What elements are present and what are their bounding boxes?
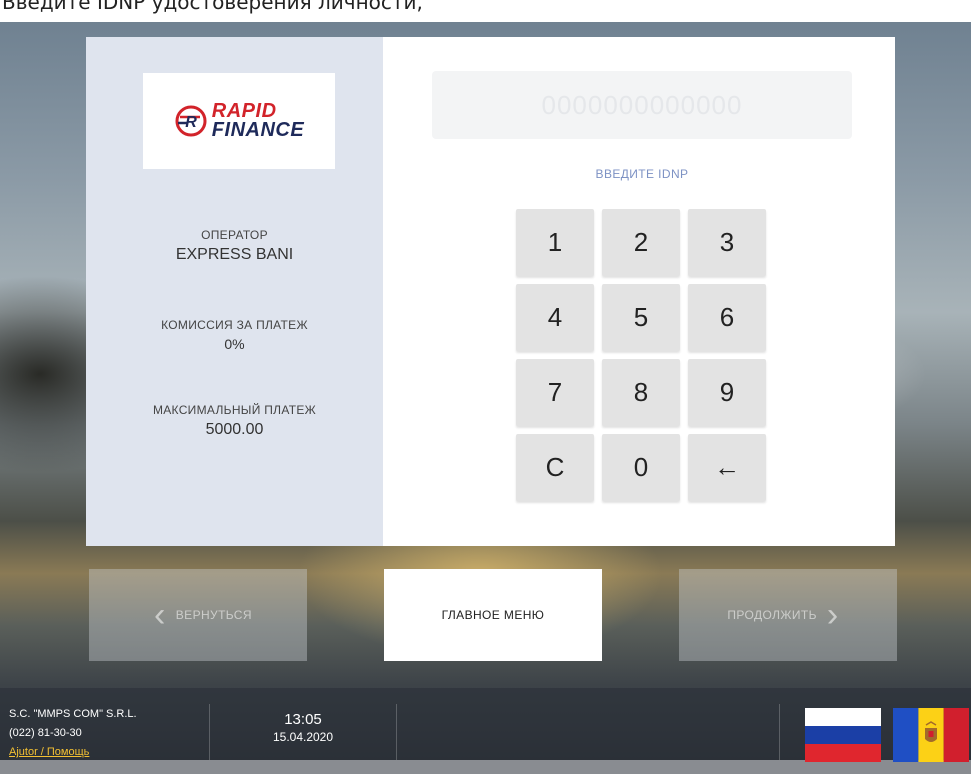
continue-button-label: ПРОДОЛЖИТЬ [727,608,817,622]
moldova-flag-icon[interactable] [893,708,969,762]
key-clear[interactable]: C [516,434,594,501]
key-0[interactable]: 0 [602,434,680,501]
footer-divider [396,704,397,760]
clock: 13:05 15.04.2020 [210,711,396,744]
operator-value: EXPRESS BANI [175,246,294,263]
svg-text:R: R [185,114,197,131]
idnp-hint: ВВЕДИТЕ IDNP [595,167,689,181]
instruction-caption-text: Введите IDNP удостоверения личности, [2,0,423,14]
russia-flag-icon[interactable] [805,708,881,762]
clock-time: 13:05 [284,711,322,728]
fee-label: КОМИССИЯ ЗА ПЛАТЕЖ [161,318,308,332]
operator-label: ОПЕРАТОР [201,228,268,242]
continue-button[interactable]: ПРОДОЛЖИТЬ › [679,569,897,661]
main-menu-label: ГЛАВНОЕ МЕНЮ [441,608,545,622]
rapid-finance-logo-icon: R [175,105,207,137]
key-8[interactable]: 8 [602,359,680,426]
key-5[interactable]: 5 [602,284,680,351]
back-button[interactable]: ‹ ВЕРНУТЬСЯ [89,569,307,661]
company-info: S.C. "MMPS COM" S.R.L. (022) 81-30-30 Aj… [9,705,137,762]
fee-value: 0% [224,336,245,352]
key-1[interactable]: 1 [516,209,594,276]
clock-date: 15.04.2020 [272,730,334,744]
help-link[interactable]: Ajutor / Помощь [9,743,137,762]
key-4[interactable]: 4 [516,284,594,351]
key-6[interactable]: 6 [688,284,766,351]
chevron-left-icon: ‹ [154,596,166,634]
kiosk-screen: R RAPID FINANCE ОПЕРАТОР EXPRESS BANI КО… [0,14,971,774]
idnp-input[interactable]: 0000000000000 [432,71,852,139]
key-9[interactable]: 9 [688,359,766,426]
max-payment-value: 5000.00 [205,421,264,438]
provider-logo: R RAPID FINANCE [143,73,335,169]
key-3[interactable]: 3 [688,209,766,276]
numeric-keypad: 1 2 3 4 5 6 7 8 9 C 0 ← [516,209,768,505]
max-payment-block: МАКСИМАЛЬНЫЙ ПЛАТЕЖ 5000.00 [86,403,383,439]
company-phone: (022) 81-30-30 [9,727,82,739]
main-menu-button[interactable]: ГЛАВНОЕ МЕНЮ [384,569,602,661]
footer-divider [779,704,780,760]
logo-word-finance: FINANCE [211,119,305,141]
back-button-label: ВЕРНУТЬСЯ [175,608,252,622]
provider-logo-text: RAPID FINANCE [211,101,305,141]
instruction-caption: Введите IDNP удостоверения личности, [0,0,971,22]
provider-info-panel: R RAPID FINANCE ОПЕРАТОР EXPRESS BANI КО… [86,37,383,546]
max-payment-label: МАКСИМАЛЬНЫЙ ПЛАТЕЖ [152,403,317,417]
payment-panel: R RAPID FINANCE ОПЕРАТОР EXPRESS BANI КО… [86,37,895,546]
key-7[interactable]: 7 [516,359,594,426]
key-2[interactable]: 2 [602,209,680,276]
key-backspace[interactable]: ← [688,434,766,501]
footer-bar: S.C. "MMPS COM" S.R.L. (022) 81-30-30 Aj… [0,688,971,774]
fee-block: КОМИССИЯ ЗА ПЛАТЕЖ 0% [86,318,383,352]
company-name: S.C. "MMPS COM" S.R.L. [9,708,137,720]
chevron-right-icon: › [826,596,839,634]
operator-block: ОПЕРАТОР EXPRESS BANI [86,228,383,264]
